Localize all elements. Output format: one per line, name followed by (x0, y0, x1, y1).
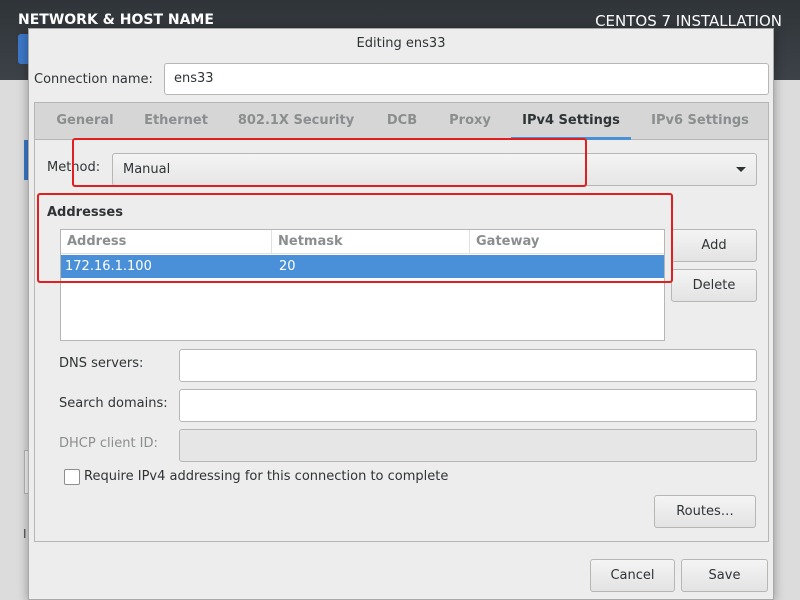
dns-servers-label: DNS servers: (59, 356, 144, 371)
search-domains-input[interactable] (179, 389, 757, 422)
dhcp-client-id-input (179, 429, 757, 462)
tab-ethernet[interactable]: Ethernet (135, 103, 217, 139)
cancel-button[interactable]: Cancel (590, 559, 675, 592)
tab-ipv6-settings[interactable]: IPv6 Settings (641, 103, 759, 139)
routes-button[interactable]: Routes… (654, 495, 756, 528)
tab-general[interactable]: General (43, 103, 127, 139)
connection-name-input[interactable]: ens33 (164, 63, 769, 95)
save-button[interactable]: Save (681, 559, 768, 592)
tab-dcb[interactable]: DCB (375, 103, 429, 139)
tab-proxy[interactable]: Proxy (439, 103, 501, 139)
connection-name-label: Connection name: (34, 72, 153, 87)
annotation-box-addresses (37, 193, 673, 283)
dialog-title: Editing ens33 (356, 36, 446, 51)
tab-802-1x-security[interactable]: 802.1X Security (227, 103, 365, 139)
delete-address-button[interactable]: Delete (671, 269, 757, 302)
chevron-down-icon (736, 167, 746, 172)
add-address-button[interactable]: Add (671, 229, 757, 262)
require-ipv4-label[interactable]: Require IPv4 addressing for this connect… (84, 469, 448, 485)
edit-connection-dialog: Editing ens33 Connection name: ens33 Gen… (28, 28, 774, 600)
require-ipv4-checkbox[interactable] (64, 469, 80, 485)
tab-bar: General Ethernet 802.1X Security DCB Pro… (35, 103, 768, 140)
installer-page-title: NETWORK & HOST NAME (18, 12, 214, 28)
annotation-box-method (72, 138, 587, 187)
tab-ipv4-settings[interactable]: IPv4 Settings (511, 103, 631, 140)
dhcp-client-id-label: DHCP client ID: (59, 436, 158, 451)
search-domains-label: Search domains: (59, 396, 168, 411)
dns-servers-input[interactable] (179, 349, 757, 382)
installer-text-fragment-left: I (23, 527, 27, 541)
